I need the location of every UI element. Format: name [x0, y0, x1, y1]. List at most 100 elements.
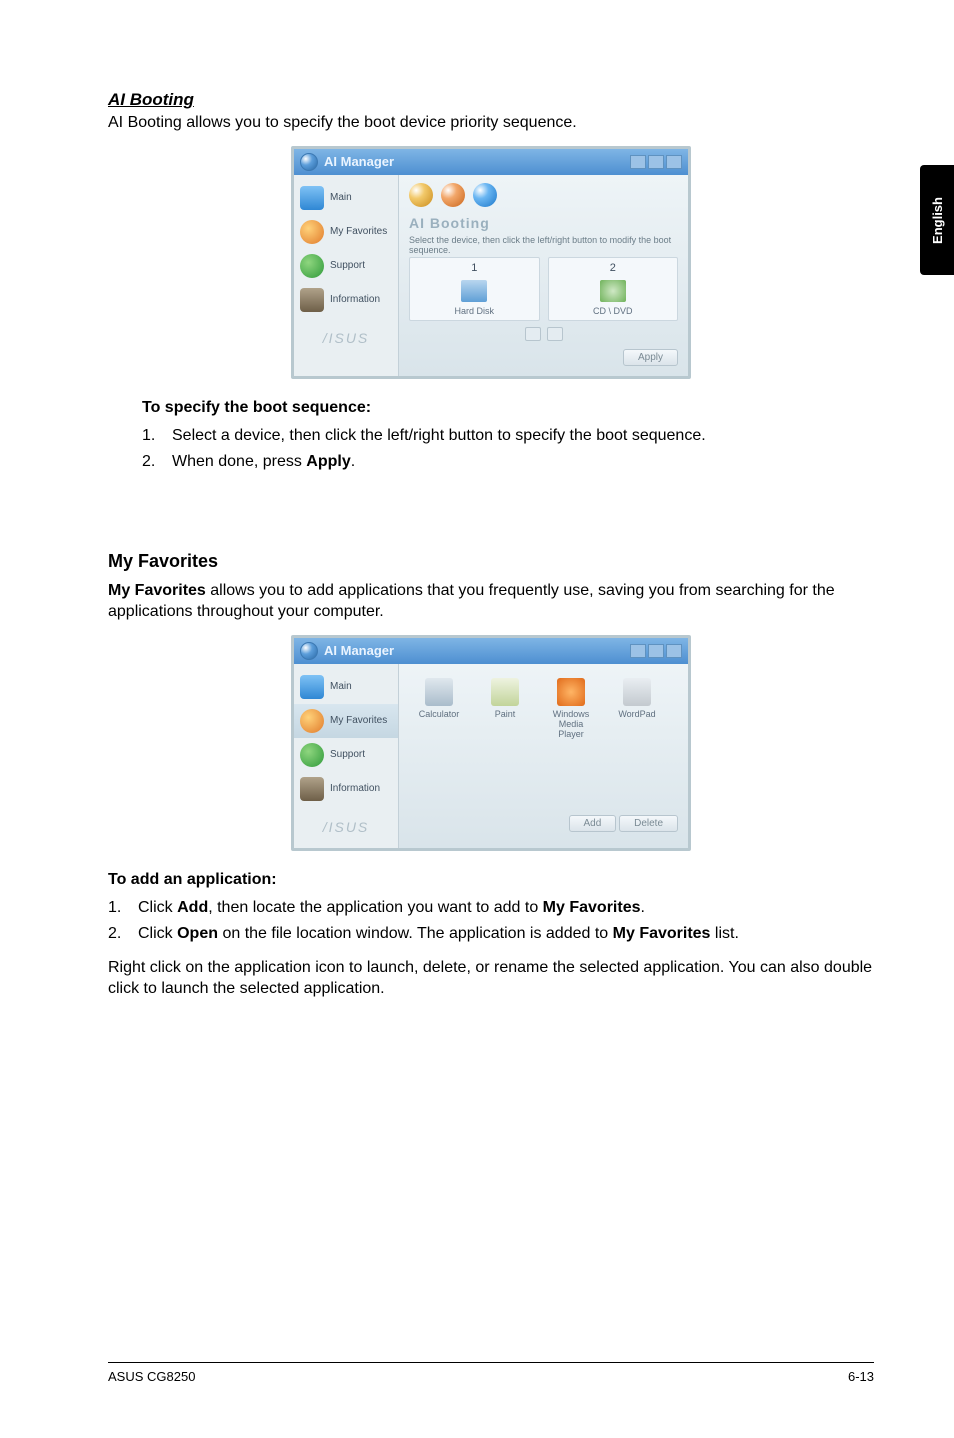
language-tab: English	[920, 165, 954, 275]
boot-slot-1[interactable]: 1 Hard Disk	[409, 257, 540, 321]
fav-label: Windows Media Player	[545, 710, 597, 740]
pane-title: AI Booting	[409, 215, 678, 231]
ai-booting-screenshot: AI Manager Main My Favorites Support Inf…	[108, 146, 874, 379]
boot-step-1: 1.Select a device, then click the left/r…	[142, 427, 874, 445]
fav-label: Paint	[479, 710, 531, 720]
paint-icon	[491, 678, 519, 706]
app-orb-icon	[300, 642, 318, 660]
boot-slot-1-num: 1	[410, 262, 539, 274]
aimanager-title-2: AI Manager	[324, 643, 394, 658]
pane-subtitle: Select the device, then click the left/r…	[409, 235, 678, 255]
fav-app-paint[interactable]: Paint	[479, 678, 531, 740]
ai-booting-heading: AI Booting	[108, 90, 874, 110]
step-text-post: .	[351, 453, 355, 470]
fav-app-wmp[interactable]: Windows Media Player	[545, 678, 597, 740]
brand-logo: /ISUS	[294, 812, 398, 842]
boot-steps-heading: To specify the boot sequence:	[142, 399, 874, 417]
step-num: 2.	[108, 925, 138, 943]
support-icon	[300, 254, 324, 278]
move-left-button[interactable]	[525, 327, 541, 341]
nav-favorites-label: My Favorites	[330, 715, 387, 726]
boot-slot-2-num: 2	[549, 262, 678, 274]
step-bold: Apply	[306, 453, 350, 470]
hard-disk-icon	[461, 280, 487, 302]
fav-label: WordPad	[611, 710, 663, 720]
window-buttons[interactable]	[630, 155, 682, 169]
aimanager-nav: Main My Favorites Support Information /I…	[294, 175, 398, 376]
nav-main[interactable]: Main	[294, 181, 398, 215]
nav-information[interactable]: Information	[294, 283, 398, 317]
main-icon	[300, 675, 324, 699]
delete-button[interactable]: Delete	[619, 815, 678, 832]
close-icon[interactable]	[666, 644, 682, 658]
fav-step-2: 2.Click Open on the file location window…	[108, 925, 874, 943]
ai-booting-intro: AI Booting allows you to specify the boo…	[108, 112, 874, 134]
window-buttons-2[interactable]	[630, 644, 682, 658]
app-orb-icon	[300, 153, 318, 171]
cd-dvd-icon	[600, 280, 626, 302]
maximize-icon[interactable]	[648, 155, 664, 169]
add-button[interactable]: Add	[569, 815, 617, 832]
step-num: 1.	[108, 899, 138, 917]
boot-slot-2-label: CD \ DVD	[549, 306, 678, 316]
footer-right: 6-13	[848, 1369, 874, 1384]
nav-my-favorites[interactable]: My Favorites	[294, 704, 398, 738]
nav-support-label: Support	[330, 260, 365, 271]
nav-main-label: Main	[330, 192, 352, 203]
apply-button[interactable]: Apply	[623, 349, 678, 366]
main-icon	[300, 186, 324, 210]
boot-step-2: 2.When done, press Apply.	[142, 453, 874, 471]
nav-information[interactable]: Information	[294, 772, 398, 806]
maximize-icon[interactable]	[648, 644, 664, 658]
nav-information-label: Information	[330, 294, 380, 305]
minimize-icon[interactable]	[630, 155, 646, 169]
my-favorites-heading: My Favorites	[108, 551, 874, 572]
fav-label: Calculator	[413, 710, 465, 720]
nav-information-label: Information	[330, 783, 380, 794]
step-num: 2.	[142, 453, 172, 471]
fav-steps-heading: To add an application:	[108, 871, 874, 889]
favorites-icon	[300, 220, 324, 244]
move-right-button[interactable]	[547, 327, 563, 341]
nav-support-label: Support	[330, 749, 365, 760]
aimanager-title: AI Manager	[324, 154, 394, 169]
information-icon	[300, 288, 324, 312]
toolbar-icon-3[interactable]	[473, 183, 497, 207]
toolbar-icon-2[interactable]	[441, 183, 465, 207]
nav-main[interactable]: Main	[294, 670, 398, 704]
nav-main-label: Main	[330, 681, 352, 692]
boot-slot-2[interactable]: 2 CD \ DVD	[548, 257, 679, 321]
step-num: 1.	[142, 427, 172, 445]
aimanager-nav-2: Main My Favorites Support Information /I…	[294, 664, 398, 848]
nav-support[interactable]: Support	[294, 249, 398, 283]
footer-left: ASUS CG8250	[108, 1369, 195, 1384]
fav-step-1: 1.Click Add, then locate the application…	[108, 899, 874, 917]
step-text: When done, press	[172, 453, 306, 470]
favorites-icon	[300, 709, 324, 733]
nav-my-favorites[interactable]: My Favorites	[294, 215, 398, 249]
boot-slot-1-label: Hard Disk	[410, 306, 539, 316]
calculator-icon	[425, 678, 453, 706]
nav-support[interactable]: Support	[294, 738, 398, 772]
aimanager-titlebar-2: AI Manager	[294, 638, 688, 664]
wmp-icon	[557, 678, 585, 706]
step-text: Select a device, then click the left/rig…	[172, 427, 706, 445]
aimanager-titlebar: AI Manager	[294, 149, 688, 175]
my-favorites-intro: My Favorites allows you to add applicati…	[108, 580, 874, 623]
intro-rest: allows you to add applications that you …	[108, 582, 835, 621]
my-favorites-screenshot: AI Manager Main My Favorites Support Inf…	[108, 635, 874, 851]
minimize-icon[interactable]	[630, 644, 646, 658]
page-footer: ASUS CG8250 6-13	[108, 1362, 874, 1384]
fav-app-calculator[interactable]: Calculator	[413, 678, 465, 740]
wordpad-icon	[623, 678, 651, 706]
intro-bold: My Favorites	[108, 582, 206, 599]
brand-logo: /ISUS	[294, 323, 398, 353]
close-icon[interactable]	[666, 155, 682, 169]
nav-favorites-label: My Favorites	[330, 226, 387, 237]
language-tab-label: English	[930, 197, 945, 244]
toolbar-icon-1[interactable]	[409, 183, 433, 207]
support-icon	[300, 743, 324, 767]
information-icon	[300, 777, 324, 801]
fav-after-text: Right click on the application icon to l…	[108, 957, 874, 1000]
fav-app-wordpad[interactable]: WordPad	[611, 678, 663, 740]
